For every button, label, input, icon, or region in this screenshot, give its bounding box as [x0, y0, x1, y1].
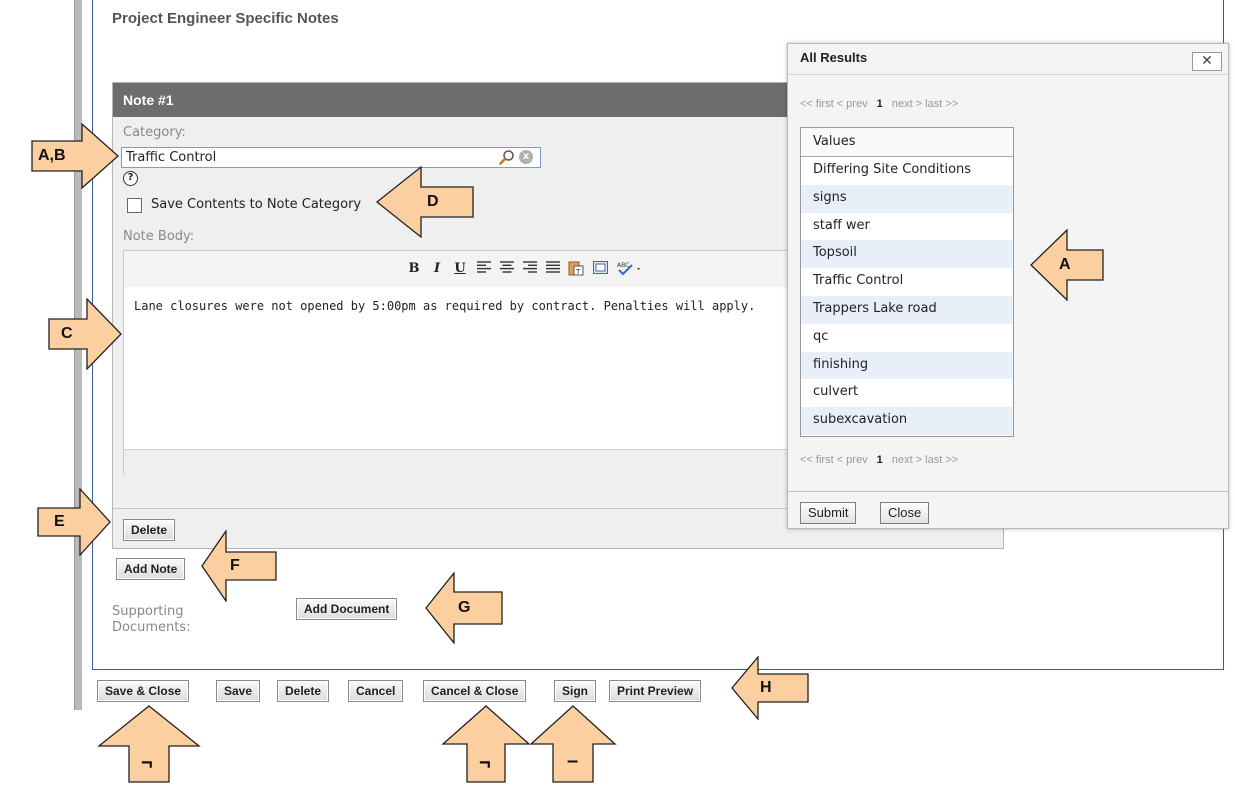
callout-arrow-c: C	[47, 298, 123, 370]
list-item[interactable]: staff wer	[801, 212, 1013, 241]
bold-button[interactable]: B	[407, 261, 421, 279]
svg-text:ABC: ABC	[617, 262, 629, 269]
category-input[interactable]: Traffic Control	[121, 147, 541, 168]
submit-button[interactable]: Submit	[800, 502, 857, 524]
popup-title: All Results	[800, 50, 868, 65]
pager-prev-link[interactable]: < prev	[837, 454, 868, 466]
align-left-icon[interactable]	[476, 261, 492, 279]
pager-first-link[interactable]: << first	[800, 454, 834, 466]
save-close-button[interactable]: Save & Close	[97, 680, 190, 702]
pager-current-page: 1	[876, 98, 883, 110]
svg-text:T: T	[575, 268, 581, 276]
add-note-button[interactable]: Add Note	[116, 558, 186, 580]
clear-icon[interactable]: x	[519, 150, 533, 164]
list-item[interactable]: Traffic Control	[801, 268, 1013, 296]
callout-arrow-up-sign: –	[529, 704, 617, 784]
cancel-close-button[interactable]: Cancel & Close	[423, 680, 527, 702]
align-justify-icon[interactable]	[545, 261, 561, 279]
pager-top: << first < prev 1 next > last >>	[800, 98, 958, 110]
callout-arrow-d: D	[375, 166, 475, 238]
pager-current-page: 1	[876, 454, 883, 466]
callout-label: H	[760, 679, 772, 696]
section-title: Project Engineer Specific Notes	[112, 10, 339, 27]
add-document-button[interactable]: Add Document	[296, 598, 398, 620]
list-item[interactable]: culvert	[801, 379, 1013, 408]
values-table: Values Differing Site Conditions signs s…	[800, 127, 1014, 437]
close-button[interactable]: Close	[880, 502, 930, 524]
delete-note-button[interactable]: Delete	[123, 519, 176, 541]
save-contents-label: Save Contents to Note Category	[151, 197, 362, 212]
callout-label: ¬	[141, 752, 153, 774]
list-item[interactable]: signs	[801, 184, 1013, 213]
print-preview-button[interactable]: Print Preview	[609, 680, 702, 702]
divider	[788, 74, 1228, 75]
callout-arrow-f: F	[200, 530, 278, 602]
list-item[interactable]: qc	[801, 323, 1013, 352]
save-contents-checkbox[interactable]	[127, 198, 142, 213]
save-button[interactable]: Save	[216, 680, 261, 702]
callout-label: A,B	[38, 147, 66, 164]
values-list: Differing Site Conditions signs staff we…	[801, 157, 1013, 435]
divider	[788, 491, 1228, 492]
callout-arrow-ab: A,B	[30, 123, 120, 189]
callout-arrow-e: E	[36, 488, 112, 556]
cancel-button[interactable]: Cancel	[348, 680, 404, 702]
list-item[interactable]: subexcavation	[801, 407, 1013, 435]
pager-last-link[interactable]: last >>	[925, 454, 958, 466]
list-item[interactable]: Differing Site Conditions	[801, 157, 1013, 185]
pager-last-link[interactable]: last >>	[925, 98, 958, 110]
paste-text-icon[interactable]: T	[567, 261, 585, 279]
values-column-header: Values	[801, 128, 1013, 157]
callout-label: –	[567, 750, 579, 772]
callout-arrow-a: A	[1029, 229, 1105, 301]
underline-button[interactable]: U	[453, 261, 467, 279]
align-right-icon[interactable]	[522, 261, 538, 279]
callout-label: E	[54, 513, 65, 530]
insert-form-icon[interactable]	[591, 261, 609, 279]
callout-label: D	[427, 193, 439, 210]
spellcheck-icon[interactable]: ABC	[616, 261, 644, 279]
italic-button[interactable]: I	[430, 261, 444, 279]
callout-arrow-h: H	[730, 656, 810, 720]
callout-label: ¬	[479, 752, 491, 774]
list-item[interactable]: Trappers Lake road	[801, 295, 1013, 324]
list-item[interactable]: finishing	[801, 351, 1013, 380]
delete-button[interactable]: Delete	[277, 680, 330, 702]
all-results-popup: All Results ✕ << first < prev 1 next > l…	[787, 43, 1229, 529]
note-body-label: Note Body:	[123, 229, 195, 244]
pager-first-link[interactable]: << first	[800, 98, 834, 110]
callout-arrow-up-save-close: ¬	[97, 704, 201, 784]
pager-next-link[interactable]: next >	[892, 454, 922, 466]
pager-bottom: << first < prev 1 next > last >>	[800, 454, 958, 466]
callout-arrow-up-cancel-close: ¬	[441, 704, 531, 784]
sign-button[interactable]: Sign	[554, 680, 596, 702]
list-item[interactable]: Topsoil	[801, 240, 1013, 269]
help-icon[interactable]: ?	[123, 171, 138, 186]
align-center-icon[interactable]	[499, 261, 515, 279]
close-icon[interactable]: ✕	[1192, 52, 1222, 71]
pager-next-link[interactable]: next >	[892, 98, 922, 110]
callout-label: C	[61, 325, 73, 342]
callout-label: F	[230, 557, 240, 574]
supporting-documents-label: Supporting Documents:	[112, 604, 191, 635]
pager-prev-link[interactable]: < prev	[837, 98, 868, 110]
callout-arrow-g: G	[424, 572, 504, 644]
callout-label: G	[458, 599, 471, 616]
category-label: Category:	[123, 125, 186, 140]
callout-label: A	[1059, 256, 1071, 273]
magnifier-lookup-icon[interactable]	[499, 149, 515, 165]
